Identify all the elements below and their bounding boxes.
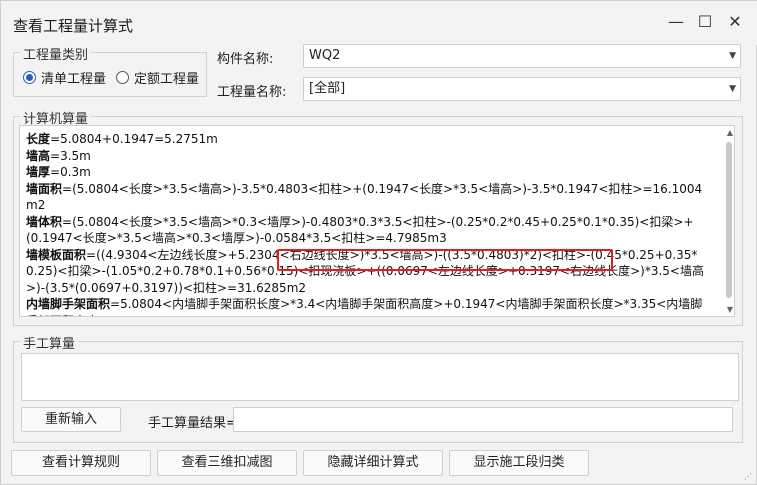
scroll-up-icon[interactable]: ▲ (727, 128, 733, 137)
minimize-icon[interactable]: — (665, 11, 687, 33)
component-name-value: WQ2 (309, 48, 341, 63)
formula-name: 长度 (26, 132, 51, 146)
formula-line: 长度=5.0804+0.1947=5.2751m (26, 131, 708, 148)
formula-expr: =5.0804+0.1947=5.2751m (50, 132, 218, 146)
formula-expr: =(5.0804<长度>*3.5<墙高>)-3.5*0.4803<扣柱>+(0.… (26, 181, 703, 213)
radio-label: 定额工程量 (134, 72, 200, 87)
title-bar: 查看工程量计算式 — ☐ ✕ (1, 1, 757, 45)
quantity-name-label: 工程量名称: (217, 85, 287, 100)
maximize-icon[interactable]: ☐ (694, 11, 716, 33)
manual-calc-input[interactable] (21, 353, 739, 401)
quantity-name-value: [全部] (309, 81, 346, 96)
quantity-type-group: 工程量类别 清单工程量 定额工程量 (13, 44, 207, 97)
resize-grip-icon[interactable]: ⋰ (744, 472, 752, 481)
show-segment-button[interactable]: 显示施工段归类 (449, 450, 589, 476)
window-title: 查看工程量计算式 (13, 17, 134, 35)
radio-unselected-icon (116, 71, 129, 84)
quantity-name-select[interactable]: [全部] ▼ (303, 77, 741, 101)
view-rules-button[interactable]: 查看计算规则 (11, 450, 151, 476)
formula-expr: =5.0804<内墙脚手架面积长度>*3.4<内墙脚手架面积高度>+0.1947… (26, 297, 703, 316)
quantity-type-title: 工程量类别 (20, 44, 92, 63)
formula-name: 墙厚 (26, 165, 51, 179)
formula-name: 内墙脚手架面积 (26, 297, 111, 311)
component-name-select[interactable]: WQ2 ▼ (303, 44, 741, 68)
scroll-down-icon[interactable]: ▼ (727, 305, 733, 314)
radio-bill-quantity[interactable]: 清单工程量 (23, 68, 106, 87)
component-name-label: 构件名称: (217, 52, 274, 67)
radio-quota-quantity[interactable]: 定额工程量 (116, 68, 199, 87)
formula-name: 墙体积 (26, 214, 63, 229)
reenter-button[interactable]: 重新输入 (21, 407, 121, 432)
radio-label: 清单工程量 (41, 72, 107, 87)
formula-name: 墙面积 (26, 181, 63, 196)
manual-result-label: 手工算量结果= (148, 416, 237, 431)
manual-result-field[interactable] (233, 407, 733, 432)
radio-selected-icon (23, 71, 36, 84)
formula-expr: =0.3m (50, 165, 91, 179)
formula-line: 墙厚=0.3m (26, 164, 708, 181)
calc-formula-content: 长度=5.0804+0.1947=5.2751m 墙高=3.5m 墙厚=0.3m… (20, 126, 734, 316)
calc-formula-dialog: 查看工程量计算式 — ☐ ✕ 工程量类别 清单工程量 定额工程量 构件名称: W… (0, 0, 757, 485)
close-icon[interactable]: ✕ (724, 11, 746, 33)
formula-line: 内墙脚手架面积=5.0804<内墙脚手架面积长度>*3.4<内墙脚手架面积高度>… (26, 296, 708, 316)
view-3d-button[interactable]: 查看三维扣减图 (157, 450, 297, 476)
chevron-down-icon: ▼ (729, 51, 736, 61)
formula-line: 墙体积=(5.0804<长度>*3.5<墙高>*0.3<墙厚>)-0.4803*… (26, 214, 708, 247)
highlight-box (277, 249, 613, 271)
formula-line: 墙高=3.5m (26, 148, 708, 165)
manual-calc-title: 手工算量 (20, 333, 79, 352)
formula-expr: =(5.0804<长度>*3.5<墙高>*0.3<墙厚>)-0.4803*0.3… (26, 214, 694, 246)
formula-name: 墙高 (26, 148, 51, 163)
formula-name: 墙模板面积 (26, 247, 87, 262)
formula-line: 墙面积=(5.0804<长度>*3.5<墙高>)-3.5*0.4803<扣柱>+… (26, 181, 708, 214)
vertical-scrollbar[interactable] (726, 142, 732, 298)
chevron-down-icon: ▼ (729, 84, 736, 94)
hide-detail-button[interactable]: 隐藏详细计算式 (303, 450, 443, 476)
formula-expr: =3.5m (50, 148, 91, 163)
calc-formula-textarea[interactable]: 长度=5.0804+0.1947=5.2751m 墙高=3.5m 墙厚=0.3m… (19, 125, 735, 317)
